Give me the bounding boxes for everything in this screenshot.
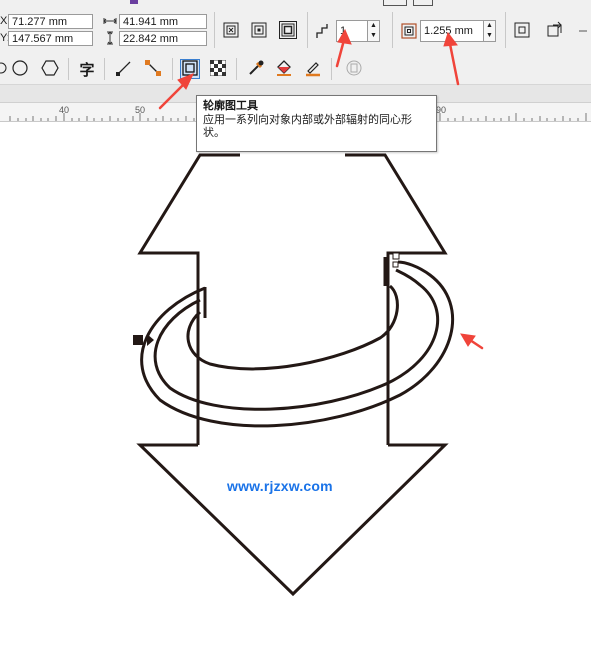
mesh-icon[interactable] <box>413 0 433 6</box>
separator <box>331 58 332 80</box>
ring-contour-inner <box>186 284 399 371</box>
ruler-label: 90 <box>436 105 447 115</box>
fill-icon <box>275 59 293 80</box>
to-center-button[interactable] <box>221 21 241 41</box>
transparency-tool-button[interactable] <box>208 59 228 79</box>
separator <box>68 58 69 80</box>
connector-tool-button[interactable] <box>143 59 163 79</box>
lock-icon <box>345 59 363 80</box>
contour-tool-tooltip: 轮廓图工具 应用一系列向对象内部或外部辐射的同心形状。 <box>196 95 437 152</box>
separator <box>392 12 393 48</box>
contour-steps-field[interactable]: 1 <box>336 20 368 42</box>
x-position-field[interactable]: 71.277 mm <box>8 14 93 29</box>
offset-icon <box>401 23 417 42</box>
contour-node-handle <box>392 261 399 268</box>
text-tool-button[interactable]: 字 <box>77 59 97 79</box>
transparency-icon <box>209 59 227 79</box>
contour-offset-handle <box>147 334 154 346</box>
tooltip-title: 轮廓图工具 <box>203 100 258 112</box>
steps-spinner[interactable]: ▲ ▼ <box>368 20 380 42</box>
polygon-icon <box>41 59 59 80</box>
width-field[interactable]: 41.941 mm <box>119 14 207 29</box>
to-inside-icon <box>251 22 267 41</box>
separator <box>236 58 237 80</box>
width-icon <box>103 14 117 31</box>
y-position-field[interactable]: 147.567 mm <box>8 31 93 46</box>
contour-start-handle <box>133 335 143 345</box>
outline-pen-tool-button[interactable] <box>303 59 323 79</box>
polygon-tool-button[interactable] <box>40 59 60 79</box>
eyedropper-icon <box>247 59 265 80</box>
separator <box>214 12 215 48</box>
up-arrow-shape <box>137 153 240 445</box>
separator <box>172 58 173 80</box>
toolbox-row: 字 <box>0 54 591 85</box>
contour-icon <box>514 22 530 41</box>
lock-button[interactable] <box>344 59 364 79</box>
offset-spinner[interactable]: ▲ ▼ <box>484 20 496 42</box>
to-outside-icon <box>279 20 297 42</box>
height-icon <box>103 31 117 48</box>
ruler-label: 40 <box>59 105 70 115</box>
ellipse-tool-button[interactable] <box>10 59 30 79</box>
copy-icon <box>546 21 564 42</box>
copy-properties-button[interactable] <box>545 21 565 41</box>
line-tool-button[interactable] <box>114 59 134 79</box>
more-icon[interactable] <box>577 24 589 38</box>
rectangle-icon <box>0 60 9 79</box>
object-button[interactable] <box>512 21 532 41</box>
contour-tool-icon <box>182 59 198 79</box>
outline-pen-icon <box>304 59 322 80</box>
to-outside-button[interactable] <box>278 20 298 42</box>
contour-offset-field[interactable]: 1.255 mm <box>420 20 484 42</box>
to-inside-button[interactable] <box>249 21 269 41</box>
text-icon: 字 <box>79 61 95 79</box>
color-swatch[interactable] <box>130 0 138 4</box>
separator <box>307 12 308 48</box>
steps-icon <box>316 23 332 42</box>
separator <box>104 58 105 80</box>
line-icon <box>115 59 133 80</box>
property-bar: X: 71.277 mm Y: 147.567 mm 41.941 mm 22.… <box>0 0 591 55</box>
ellipse-icon <box>11 59 29 80</box>
tooltip-description: 应用一系列向对象内部或外部辐射的同心形状。 <box>203 114 412 139</box>
drawing-canvas[interactable] <box>0 120 591 650</box>
mesh-icon[interactable] <box>383 0 407 6</box>
connector-icon <box>144 59 162 80</box>
height-field[interactable]: 22.842 mm <box>119 31 207 46</box>
ruler-label: 50 <box>135 105 146 115</box>
contour-tool-button[interactable] <box>180 59 200 79</box>
up-arrow-shape <box>345 153 448 445</box>
fill-tool-button[interactable] <box>274 59 294 79</box>
to-center-icon <box>223 22 239 41</box>
contour-end-handle <box>392 252 400 260</box>
eyedropper-tool-button[interactable] <box>246 59 266 79</box>
separator <box>505 12 506 48</box>
down-arrow-shape <box>136 443 449 597</box>
watermark-text: www.rjzxw.com <box>227 478 333 494</box>
